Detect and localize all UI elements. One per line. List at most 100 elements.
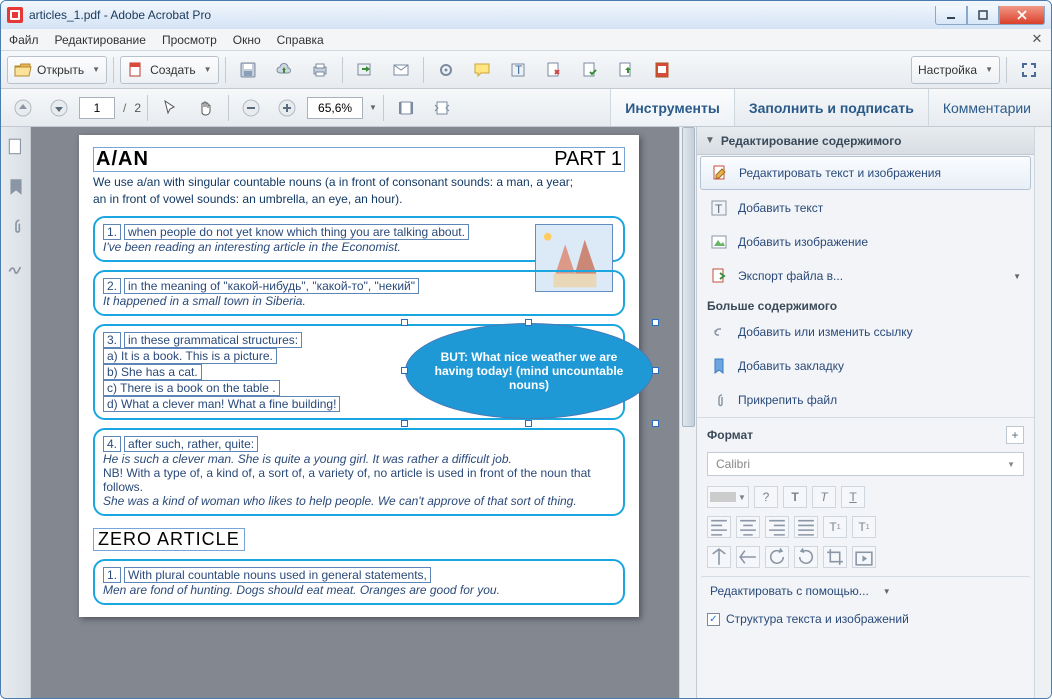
- selection-handle[interactable]: [652, 420, 659, 427]
- block-4: 4.after such, rather, quite: He is such …: [93, 428, 625, 516]
- share-button[interactable]: [349, 56, 381, 84]
- option-1-button[interactable]: [430, 56, 462, 84]
- menu-edit[interactable]: Редактирование: [55, 33, 146, 47]
- rotate-cw-button[interactable]: [794, 546, 818, 568]
- menu-help[interactable]: Справка: [277, 33, 324, 47]
- email-button[interactable]: [385, 56, 417, 84]
- document-scrollbar[interactable]: [679, 127, 696, 698]
- pane-section-more: Больше содержимого: [697, 293, 1034, 315]
- chevron-down-icon[interactable]: ▼: [369, 103, 377, 112]
- fit-width-button[interactable]: [390, 94, 422, 122]
- option-4-button[interactable]: [538, 56, 570, 84]
- signatures-icon[interactable]: [6, 257, 26, 277]
- selection-handle[interactable]: [401, 319, 408, 326]
- close-button[interactable]: [999, 6, 1045, 25]
- tab-fill-sign[interactable]: Заполнить и подписать: [734, 89, 928, 126]
- page-number-input[interactable]: 1: [79, 97, 115, 119]
- minimize-button[interactable]: [935, 6, 967, 25]
- pane-header[interactable]: ▼Редактирование содержимого: [697, 127, 1034, 155]
- font-size-button[interactable]: ?: [754, 486, 778, 508]
- align-left-button[interactable]: [707, 516, 731, 538]
- italic-button[interactable]: T: [812, 486, 836, 508]
- right-pane: ▼Редактирование содержимого Редактироват…: [696, 127, 1051, 698]
- zoom-out-button[interactable]: [235, 94, 267, 122]
- selection-handle[interactable]: [525, 420, 532, 427]
- align-justify-button[interactable]: [794, 516, 818, 538]
- document-viewport[interactable]: A/AN PART 1 We use a/an with singular co…: [31, 127, 696, 698]
- superscript-button[interactable]: T1: [823, 516, 847, 538]
- print-button[interactable]: [304, 56, 336, 84]
- option-3-button[interactable]: T: [502, 56, 534, 84]
- zoom-input[interactable]: 65,6%: [307, 97, 363, 119]
- crop-button[interactable]: [823, 546, 847, 568]
- option-7-button[interactable]: [646, 56, 678, 84]
- menu-view[interactable]: Просмотр: [162, 33, 217, 47]
- open-button[interactable]: Открыть ▼: [7, 56, 107, 84]
- pane-item-attach[interactable]: Прикрепить файл: [700, 384, 1031, 416]
- nav-toolbar: 1 / 2 65,6% ▼ Инструменты Заполнить и по…: [1, 89, 1051, 127]
- flip-v-button[interactable]: [707, 546, 731, 568]
- selection-handle[interactable]: [652, 319, 659, 326]
- attachments-icon[interactable]: [6, 217, 26, 237]
- format-expand-button[interactable]: +: [1006, 426, 1024, 444]
- image-icon: [710, 233, 728, 251]
- pane-item-edit-text-image[interactable]: Редактировать текст и изображения: [700, 156, 1031, 190]
- save-button[interactable]: [232, 56, 264, 84]
- pane-item-add-text[interactable]: T Добавить текст: [700, 192, 1031, 224]
- maximize-button[interactable]: [967, 6, 999, 25]
- fit-page-button[interactable]: [426, 94, 458, 122]
- bold-button[interactable]: T: [783, 486, 807, 508]
- zoom-in-button[interactable]: [271, 94, 303, 122]
- flip-h-button[interactable]: [736, 546, 760, 568]
- tab-tools[interactable]: Инструменты: [610, 89, 734, 126]
- selection-handle[interactable]: [525, 319, 532, 326]
- selection-handle[interactable]: [401, 367, 408, 374]
- arrow-up-icon: [14, 99, 32, 117]
- replace-button[interactable]: [852, 546, 876, 568]
- fullscreen-button[interactable]: [1013, 56, 1045, 84]
- option-5-button[interactable]: [574, 56, 606, 84]
- page-separator: /: [123, 101, 126, 115]
- intro-text: We use a/an with singular countable noun…: [93, 174, 625, 208]
- bookmarks-icon[interactable]: [6, 177, 26, 197]
- page-up-button[interactable]: [7, 94, 39, 122]
- pane-item-export[interactable]: Экспорт файла в... ▼: [700, 260, 1031, 292]
- pane-item-bookmark[interactable]: Добавить закладку: [700, 350, 1031, 382]
- menu-window[interactable]: Окно: [233, 33, 261, 47]
- chevron-down-icon: ▼: [985, 65, 993, 74]
- tab-comments[interactable]: Комментарии: [928, 89, 1045, 126]
- align-center-button[interactable]: [736, 516, 760, 538]
- menubar-close-icon[interactable]: ✕: [1029, 32, 1045, 46]
- selection-handle[interactable]: [652, 367, 659, 374]
- select-tool-button[interactable]: [154, 94, 186, 122]
- customize-button[interactable]: Настройка▼: [911, 56, 1000, 84]
- edit-with-dropdown[interactable]: Редактировать с помощью... ▼: [700, 576, 1031, 605]
- app-window: articles_1.pdf - Adobe Acrobat Pro Файл …: [0, 0, 1052, 699]
- scrollbar-thumb[interactable]: [682, 127, 695, 427]
- create-button[interactable]: Создать ▼: [120, 56, 219, 84]
- structure-checkbox-row[interactable]: ✓ Структура текста и изображений: [697, 606, 1034, 632]
- hand-tool-button[interactable]: [190, 94, 222, 122]
- pane-item-add-image[interactable]: Добавить изображение: [700, 226, 1031, 258]
- color-picker-button[interactable]: ▼: [707, 486, 749, 508]
- svg-text:T: T: [515, 63, 523, 77]
- window-title: articles_1.pdf - Adobe Acrobat Pro: [29, 8, 935, 22]
- subscript-button[interactable]: T1: [852, 516, 876, 538]
- underline-button[interactable]: T: [841, 486, 865, 508]
- menu-file[interactable]: Файл: [9, 33, 39, 47]
- align-right-button[interactable]: [765, 516, 789, 538]
- thumbnails-icon[interactable]: [6, 137, 26, 157]
- selection-handle[interactable]: [401, 420, 408, 427]
- pane-item-link[interactable]: Добавить или изменить ссылку: [700, 316, 1031, 348]
- checkbox-checked-icon[interactable]: ✓: [707, 613, 720, 626]
- edit-icon: [711, 164, 729, 182]
- selected-ellipse-object[interactable]: BUT: What nice weather we are having tod…: [405, 323, 655, 423]
- font-select[interactable]: Calibri▼: [707, 452, 1024, 476]
- cloud-button[interactable]: [268, 56, 300, 84]
- open-label: Открыть: [37, 63, 84, 77]
- page-down-button[interactable]: [43, 94, 75, 122]
- pane-scrollbar[interactable]: [1034, 127, 1051, 698]
- option-6-button[interactable]: [610, 56, 642, 84]
- option-2-button[interactable]: [466, 56, 498, 84]
- rotate-ccw-button[interactable]: [765, 546, 789, 568]
